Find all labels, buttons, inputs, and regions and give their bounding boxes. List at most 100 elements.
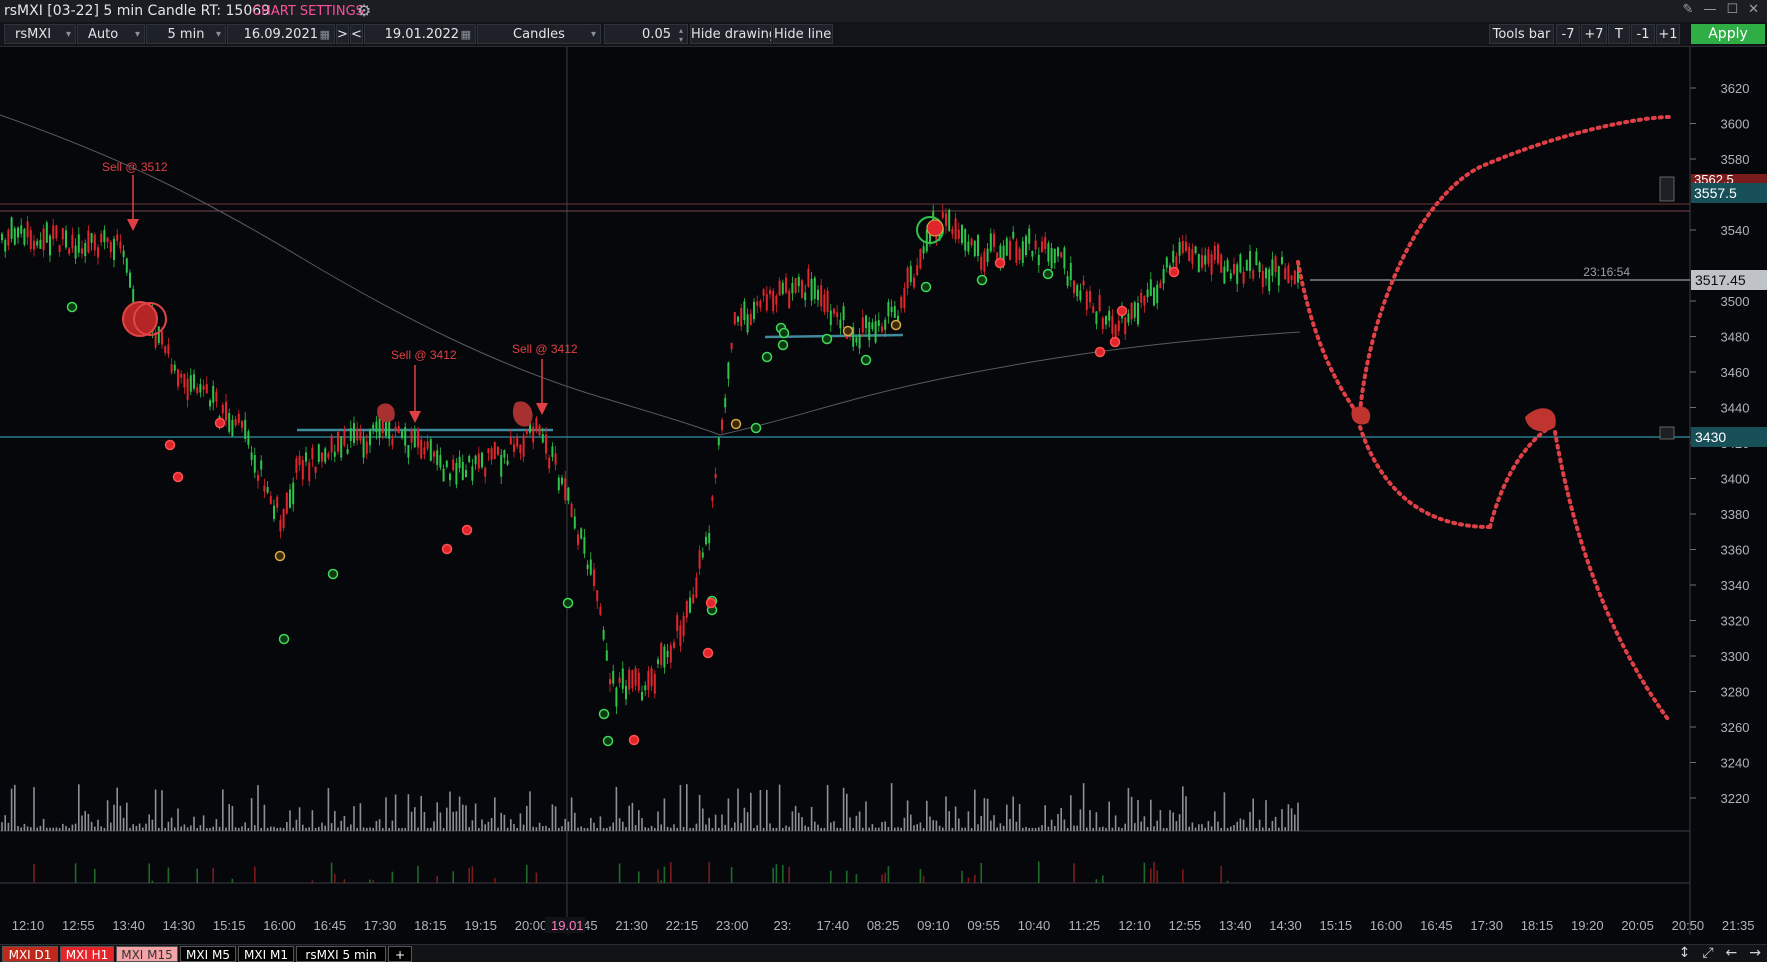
chart-type-select[interactable]: Candles (477, 24, 601, 44)
maximize-icon[interactable]: ☐ (1726, 2, 1738, 17)
next-button[interactable]: > (336, 24, 349, 44)
calendar-icon[interactable]: ▦ (320, 25, 330, 43)
step-stepper[interactable]: 0.05 ▴ ▾ (604, 24, 688, 44)
minus7-button[interactable]: -7 (1556, 24, 1580, 44)
volume-bar (209, 827, 211, 831)
arrow-left-icon[interactable]: ← (1726, 945, 1738, 961)
symbol-select[interactable]: rsMXI (4, 24, 76, 44)
volume-bar (177, 808, 179, 831)
stepper-arrows-icon[interactable]: ▴ ▾ (679, 26, 683, 43)
candle-body (301, 460, 304, 480)
volume-bar (129, 827, 131, 831)
minus1-button[interactable]: -1 (1631, 24, 1655, 44)
volume-bar (55, 827, 58, 831)
volume-bar (820, 827, 822, 831)
candle-body (276, 496, 279, 508)
candle-body (778, 280, 781, 296)
volume-bar (638, 810, 640, 831)
apply-button[interactable]: Apply (1691, 24, 1765, 44)
resize-vertical-icon[interactable]: ↕ (1679, 945, 1691, 961)
candle-body (52, 225, 55, 240)
candle-body (577, 534, 579, 546)
candle-body (647, 671, 650, 690)
volume-bar (122, 817, 125, 831)
tab-rsmxi-5-min[interactable]: rsMXI 5 min (296, 946, 386, 962)
plus7-button[interactable]: +7 (1581, 24, 1607, 44)
arrow-right-icon[interactable]: → (1749, 945, 1761, 961)
tab-mxi-m15[interactable]: MXI M15 (116, 946, 178, 962)
candle-body (292, 482, 295, 505)
date-from-input[interactable]: 16.09.2021 ▦ (227, 24, 335, 44)
candle-body (813, 277, 816, 299)
volume-bar (730, 827, 733, 831)
candle-body (705, 536, 707, 545)
minimize-icon[interactable]: — (1703, 2, 1716, 17)
pin-icon[interactable]: ✎ (1683, 2, 1694, 17)
t-button[interactable]: T (1608, 24, 1630, 44)
expand-icon[interactable]: ⤢ (1702, 945, 1713, 961)
chart-area[interactable]: 3620360035803540350034803460344034203400… (0, 47, 1767, 935)
tab-mxi-h1[interactable]: MXI H1 (60, 946, 114, 962)
signal-marker (976, 274, 988, 286)
candle-body (356, 428, 359, 441)
candle-body (45, 222, 48, 243)
calendar-icon[interactable]: ▦ (461, 25, 471, 43)
candle-body (71, 234, 74, 249)
tab-mxi-m5[interactable]: MXI M5 (180, 946, 236, 962)
volume-bar (849, 817, 851, 831)
touch-point-blob (1351, 406, 1371, 425)
scale-select[interactable]: Auto (77, 24, 145, 44)
tab-mxi-m1[interactable]: MXI M1 (238, 946, 294, 962)
volume-bar (702, 808, 704, 831)
date-to-input[interactable]: 19.01.2022 ▦ (364, 24, 476, 44)
add-tab-button[interactable]: + (388, 946, 412, 962)
volume-bar (314, 827, 317, 831)
gear-icon[interactable]: ⚙ (357, 1, 371, 20)
volume-delta-bar (660, 880, 662, 883)
candle-body (906, 267, 909, 289)
prev-button[interactable]: < (350, 24, 363, 44)
candle-body (109, 241, 112, 253)
candle-body (1, 233, 3, 240)
volume-bar (929, 816, 931, 831)
signal-marker (920, 281, 932, 293)
projection-path-dip (1358, 425, 1492, 529)
candle-body (442, 468, 445, 482)
price-tick-label: 3340 (1721, 578, 1750, 593)
candle-body (74, 245, 77, 259)
volume-delta-bar (1143, 862, 1146, 883)
plus1-button[interactable]: +1 (1656, 24, 1680, 44)
volume-bar (225, 827, 227, 831)
close-icon[interactable]: ✕ (1748, 2, 1759, 17)
candle-body (193, 374, 195, 389)
volume-bar (308, 827, 310, 831)
volume-bar (1070, 795, 1072, 831)
price-chart[interactable]: 3620360035803540350034803460344034203400… (0, 47, 1767, 935)
candle-body (634, 668, 637, 686)
candle-body (452, 459, 455, 471)
volume-bar (305, 827, 307, 831)
chart-settings-link[interactable]: CHART SETTINGS (252, 4, 364, 19)
tab-mxi-d1[interactable]: MXI D1 (2, 946, 58, 962)
volume-bar (1095, 812, 1098, 831)
candle-body (375, 421, 378, 433)
timeframe-select[interactable]: 5 min (146, 24, 226, 44)
hide-lines-button[interactable]: Hide lines (773, 24, 833, 44)
volume-bar (609, 826, 611, 831)
volume-bar (810, 806, 813, 831)
volume-bar (753, 828, 755, 831)
volume-bar (199, 825, 202, 831)
volume-bar (647, 827, 650, 831)
candle-body (221, 404, 224, 414)
volume-bar (1252, 798, 1254, 831)
price-tick-label: 3360 (1721, 543, 1750, 558)
candle-body (541, 434, 544, 443)
projection-path-rebound (1488, 425, 1552, 529)
candle-body (596, 590, 599, 602)
volume-bar (1220, 827, 1222, 831)
candle-body (477, 453, 480, 469)
tools-bar-button[interactable]: Tools bar (1489, 24, 1554, 44)
volume-bar (49, 827, 51, 831)
volume-delta-bar (961, 870, 963, 883)
hide-drawing-button[interactable]: Hide drawing (690, 24, 772, 44)
